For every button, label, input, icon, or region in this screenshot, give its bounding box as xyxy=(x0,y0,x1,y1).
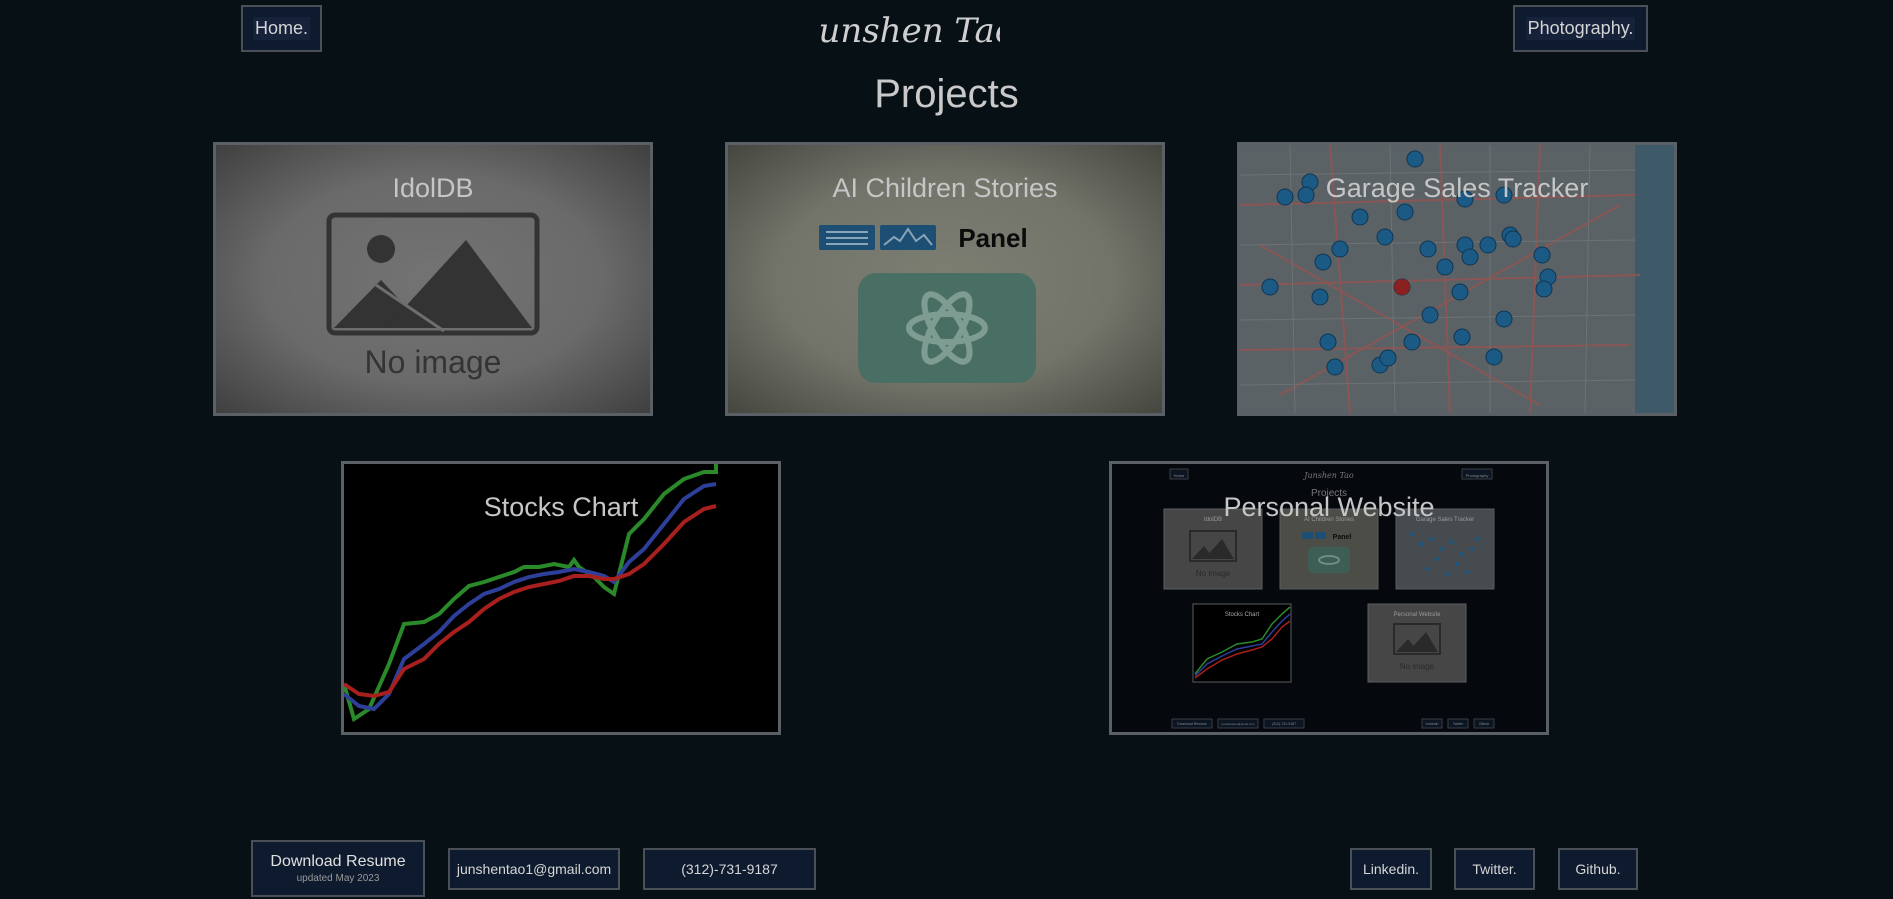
mini-map-marker-icon xyxy=(1465,570,1469,574)
mini-map-marker-icon xyxy=(1450,540,1454,544)
map-marker-icon xyxy=(1436,258,1454,276)
mini-map-marker-icon xyxy=(1430,537,1434,541)
map-marker-icon xyxy=(1376,228,1394,246)
map-marker-icon xyxy=(1351,208,1369,226)
mini-footer-phone-label: (312)-731-9187 xyxy=(1272,722,1296,726)
map-marker-icon xyxy=(1504,230,1522,248)
phone-button[interactable]: (312)-731-9187 xyxy=(643,848,816,890)
map-marker-icon xyxy=(1261,278,1279,296)
mini-no-image-text-2: No image xyxy=(1400,662,1435,671)
project-title: Garage Sales Tracker xyxy=(1325,173,1589,203)
map-marker-icon xyxy=(1331,240,1349,258)
mini-footer-email-label: junshentao1@gmail.com xyxy=(1220,722,1255,726)
map-marker-icon xyxy=(1314,253,1332,271)
email-button[interactable]: junshentao1@gmail.com xyxy=(448,848,620,890)
mini-home-label: Home xyxy=(1174,473,1185,478)
mini-panel-text: Panel xyxy=(1333,534,1352,541)
map-marker-icon xyxy=(1453,328,1471,346)
map-marker-icon xyxy=(1533,246,1551,264)
mini-map-marker-icon xyxy=(1445,572,1449,576)
mini-map-marker-icon xyxy=(1455,562,1459,566)
mini-footer-github-label: Github xyxy=(1479,722,1489,726)
mini-map-marker-icon xyxy=(1410,532,1414,536)
download-resume-button[interactable]: Download Resume updated May 2023 xyxy=(251,840,425,897)
map-marker-icon xyxy=(1396,203,1414,221)
project-title: Personal Website xyxy=(1223,492,1435,522)
page-title: Projects xyxy=(874,72,1019,116)
mini-logo: Junshen Tao xyxy=(1302,471,1354,480)
project-card-stocks-chart[interactable]: Stocks Chart xyxy=(341,461,781,735)
map-marker-icon xyxy=(1421,306,1439,324)
mini-map-marker-icon xyxy=(1440,547,1444,551)
mini-map-marker-icon xyxy=(1425,567,1429,571)
map-marker-icon xyxy=(1461,248,1479,266)
photography-button-label: Photography. xyxy=(1525,17,1636,40)
mini-map-marker-icon xyxy=(1435,557,1439,561)
resume-updated-text: updated May 2023 xyxy=(296,873,380,884)
mini-map-marker-icon xyxy=(1470,547,1474,551)
project-title: IdolDB xyxy=(392,173,474,203)
project-card-ai-children-stories[interactable]: Panel AI Children Stories xyxy=(725,142,1165,416)
mini-photography-label: Photography xyxy=(1466,473,1489,478)
mini-footer-twitter-label: Twitter xyxy=(1453,722,1464,726)
no-image-text: No image xyxy=(365,344,502,380)
map-marker-icon xyxy=(1419,240,1437,258)
mini-openai-icon xyxy=(1308,547,1350,573)
photography-button[interactable]: Photography. xyxy=(1513,5,1648,52)
map-marker-icon xyxy=(1451,283,1469,301)
mini-no-image-text: No image xyxy=(1196,569,1231,578)
mini-footer-resume-label: Download Resume xyxy=(1177,722,1207,726)
project-card-personal-website[interactable]: Home Photography Junshen Tao Projects Id… xyxy=(1109,461,1549,735)
home-button-label: Home. xyxy=(252,17,310,40)
map-marker-icon xyxy=(1403,333,1421,351)
mini-footer-linkedin-label: Linkedin xyxy=(1425,722,1438,726)
mini-map-marker-icon xyxy=(1420,542,1424,546)
map-marker-icon xyxy=(1379,349,1397,367)
project-title: AI Children Stories xyxy=(832,173,1058,203)
map-marker-icon xyxy=(1319,333,1337,351)
map-marker-icon xyxy=(1406,150,1424,168)
mini-card-website-title: Personal Website xyxy=(1394,612,1442,618)
project-title: Stocks Chart xyxy=(483,492,639,522)
mini-card-stocks-title: Stocks Chart xyxy=(1225,612,1260,618)
panel-logo-text: Panel xyxy=(958,223,1027,253)
map-marker-icon xyxy=(1326,358,1344,376)
project-card-idoldb[interactable]: No image IdolDB xyxy=(213,142,653,416)
linkedin-button[interactable]: Linkedin. xyxy=(1350,848,1432,890)
openai-icon xyxy=(858,273,1036,383)
download-resume-label: Download Resume xyxy=(270,853,406,870)
home-button[interactable]: Home. xyxy=(241,5,322,52)
logo-text: Junshen Tao xyxy=(820,11,1000,51)
map-marker-icon xyxy=(1485,348,1503,366)
project-card-garage-sales-tracker[interactable]: Garage Sales Tracker xyxy=(1237,142,1677,416)
panel-logo: Panel xyxy=(819,223,1028,253)
map-marker-icon xyxy=(1495,310,1513,328)
logo: Junshen Tao xyxy=(820,11,1000,51)
mini-map-marker-icon xyxy=(1460,552,1464,556)
map-marker-icon xyxy=(1479,236,1497,254)
github-button[interactable]: Github. xyxy=(1558,848,1638,890)
twitter-button[interactable]: Twitter. xyxy=(1454,848,1535,890)
map-marker-red-icon xyxy=(1394,279,1410,295)
mini-map-marker-icon xyxy=(1475,537,1479,541)
map-marker-icon xyxy=(1535,280,1553,298)
map-marker-icon xyxy=(1311,288,1329,306)
